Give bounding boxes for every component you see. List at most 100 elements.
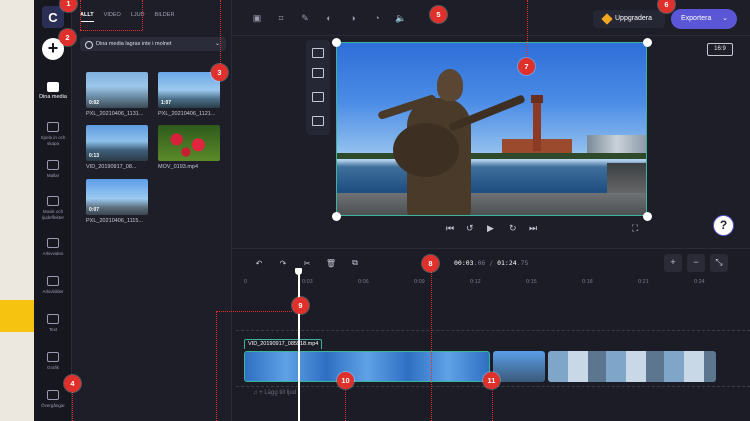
skip-forward-icon[interactable]: ⏭ [529,223,537,234]
crop-free-icon[interactable] [312,116,324,126]
magic-icon[interactable]: ✎ [298,11,312,25]
aspect-ratio-button[interactable]: 16:9 [707,43,733,56]
tab-images[interactable]: BILDER [155,12,175,22]
resize-handle[interactable] [332,38,341,47]
ruler-tick: 0:15 [526,279,537,285]
yellow-accent [0,300,36,332]
zoom-in-button[interactable]: + [664,254,682,272]
sidebar-item-graphics[interactable]: Grafik [34,352,72,371]
undo-icon[interactable]: ↶ [250,255,268,271]
track-divider [236,330,750,331]
media-thumbnail[interactable]: 0:02 [86,72,148,108]
help-button[interactable]: ? [713,215,734,236]
playhead[interactable] [295,268,301,421]
video-preview[interactable] [336,42,647,216]
video-clip[interactable] [244,351,490,382]
callout-line [220,0,221,64]
preview-image [337,43,646,215]
sidebar-item-record[interactable]: Spela in och skapa [34,122,72,146]
media-panel: ALLT VIDEO LJUD BILDER Dina media lagras… [72,0,232,421]
media-thumbnail[interactable] [158,125,220,161]
media-filename: PXL_20210406_1121... [158,111,216,117]
editor-app: C + Dina media Spela in och skapa Mallar… [34,0,750,421]
sidebar-item-stock-images[interactable]: Arkivbilder [34,276,72,295]
callout-badge: 9 [292,297,309,314]
templates-icon [47,160,59,170]
callout-line [80,30,142,31]
stock-image-icon [47,276,59,286]
music-icon [47,196,59,206]
callout-badge: 4 [64,375,81,392]
callout-line [72,392,73,421]
callout-badge: 8 [422,255,439,272]
diamond-icon [601,13,613,25]
ruler-tick: 0:06 [358,279,369,285]
volume-icon[interactable]: 🔈 [394,11,408,25]
redo-icon[interactable]: ↷ [274,255,292,271]
ruler-tick: 0:12 [470,279,481,285]
callout-line [492,388,493,421]
zoom-out-button[interactable]: − [687,254,705,272]
video-clip[interactable] [493,351,545,382]
callout-line [216,311,292,312]
sidebar-item-your-media[interactable]: Dina media [34,82,72,101]
media-thumbnail[interactable]: 0:13 [86,125,148,161]
graphics-icon [47,352,59,362]
callout-badge: 5 [430,6,447,23]
sidebar-item-transitions[interactable]: Övergångar [34,390,72,409]
transitions-icon [47,390,59,400]
sidebar-item-templates[interactable]: Mallar [34,160,72,179]
speed-icon[interactable]: ◔ [370,11,384,25]
timecode: 00:03.06 / 01:24.75 [454,259,529,267]
ruler-tick: 0:18 [582,279,593,285]
callout-line [345,388,346,421]
page-background [0,0,36,421]
callout-line [527,0,528,58]
ruler-tick: 0 [244,279,248,285]
timeline-ruler[interactable]: 0 0:03 0:06 0:09 0:12 0:15 0:18 0:21 0:2… [232,277,750,291]
record-icon [47,122,59,132]
media-filename: PXL_20210406_1131... [86,111,144,117]
tab-all[interactable]: ALLT [80,12,94,22]
skip-back-icon[interactable]: ⏮ [446,223,454,234]
media-thumbnail[interactable]: 0:07 [86,179,148,215]
cloud-storage-notice[interactable]: Dina media lagras inte i molnet ⌄ [80,37,226,51]
media-thumbnail[interactable]: 1:07 [158,72,220,108]
callout-line [431,270,432,421]
delete-icon[interactable]: 🗑 [322,255,340,271]
chevron-down-icon: ⌄ [722,15,728,22]
resize-handle[interactable] [332,212,341,221]
fit-timeline-button[interactable]: ⤡ [710,254,728,272]
callout-badge: 3 [211,64,228,81]
play-icon[interactable]: ▶ [487,223,494,234]
crop-icon[interactable]: ⌗ [274,11,288,25]
fullscreen-icon[interactable]: ⛶ [632,223,638,234]
export-button[interactable]: Exportera ⌄ [671,9,737,29]
sidebar-item-stock-video[interactable]: Arkivvideo [34,238,72,257]
resize-handle[interactable] [643,212,652,221]
video-clip[interactable] [548,351,716,382]
duplicate-icon[interactable]: ⧉ [346,255,364,271]
rewind-icon[interactable]: ↺ [466,223,474,234]
callout-badge: 2 [59,29,76,46]
ruler-tick: 0:03 [302,279,313,285]
media-tabs: ALLT VIDEO LJUD BILDER [80,12,174,22]
sidebar-rail: C + Dina media Spela in och skapa Mallar… [34,0,72,421]
adjust-icon[interactable]: ◑ [346,11,360,25]
sidebar-item-music[interactable]: Musik och ljudeffekter [34,196,72,220]
tab-video[interactable]: VIDEO [104,12,121,22]
forward-icon[interactable]: ↻ [509,223,517,234]
app-logo: C [42,6,64,28]
sidebar-item-text[interactable]: Text [34,314,72,333]
fit-frame-icon[interactable] [312,48,324,58]
callout-badge: 11 [483,372,500,389]
text-icon [47,314,59,324]
clip-label: VID_20190917_085518.mp4 [244,339,323,349]
fit-icon[interactable]: ▣ [250,11,264,25]
add-audio-button[interactable]: ♫ + Lägg till ljud [253,390,296,396]
filter-icon[interactable]: ◐ [322,11,336,25]
fill-frame-icon[interactable] [312,68,324,78]
resize-handle[interactable] [643,38,652,47]
upgrade-button[interactable]: Uppgradera [593,10,665,28]
pip-icon[interactable] [312,92,324,102]
